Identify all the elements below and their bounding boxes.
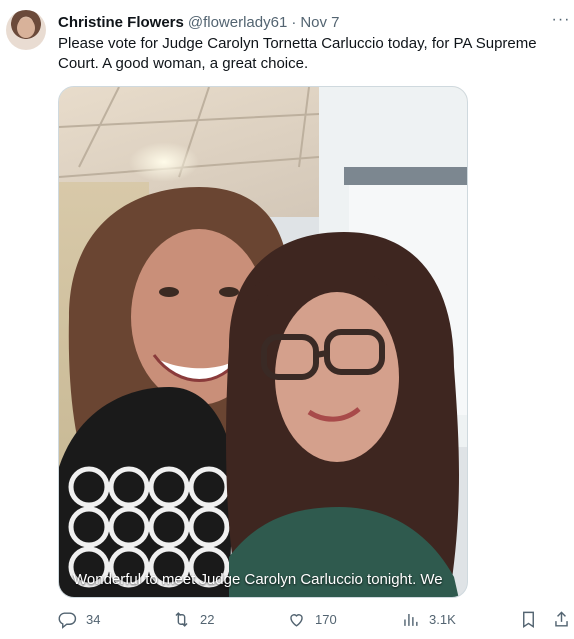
more-icon[interactable]: ···	[552, 10, 570, 30]
bookmark-icon	[523, 611, 534, 628]
repost-button[interactable]: 22	[172, 608, 214, 630]
views-count: 3.1K	[429, 611, 456, 627]
share-button[interactable]	[552, 608, 571, 630]
tweet[interactable]: Christine Flowers @flowerlady61 · Nov 7 …	[0, 0, 574, 639]
reply-button[interactable]: 34	[58, 608, 100, 630]
photo-illustration	[59, 87, 467, 597]
share-icon	[555, 610, 568, 627]
author-handle[interactable]: @flowerlady61	[188, 14, 287, 31]
reply-count: 34	[86, 611, 101, 627]
like-count: 170	[315, 611, 337, 627]
author-name[interactable]: Christine Flowers	[58, 14, 184, 31]
repost-icon	[175, 611, 188, 627]
avatar[interactable]	[6, 10, 46, 50]
like-button[interactable]: 170	[287, 608, 337, 630]
media-caption: Wonderful to meet Judge Carolyn Carlucci…	[73, 571, 443, 588]
tweet-photo[interactable]: Wonderful to meet Judge Carolyn Carlucci…	[58, 86, 468, 598]
reply-icon	[58, 611, 77, 629]
views-button[interactable]: 3.1K	[401, 608, 456, 630]
tweet-date[interactable]: Nov 7	[300, 14, 339, 31]
avatar-face	[17, 18, 35, 38]
tweet-text: Please vote for Judge Carolyn Tornetta C…	[58, 35, 537, 72]
views-icon	[404, 613, 418, 626]
separator-dot: ·	[291, 13, 297, 31]
bookmark-button[interactable]	[519, 608, 538, 630]
action-bar: 34 22 170 3.1K	[58, 608, 570, 630]
heart-icon	[290, 613, 303, 627]
tweet-header: Christine Flowers @flowerlady61 · Nov 7	[58, 12, 340, 32]
repost-count: 22	[200, 611, 215, 627]
